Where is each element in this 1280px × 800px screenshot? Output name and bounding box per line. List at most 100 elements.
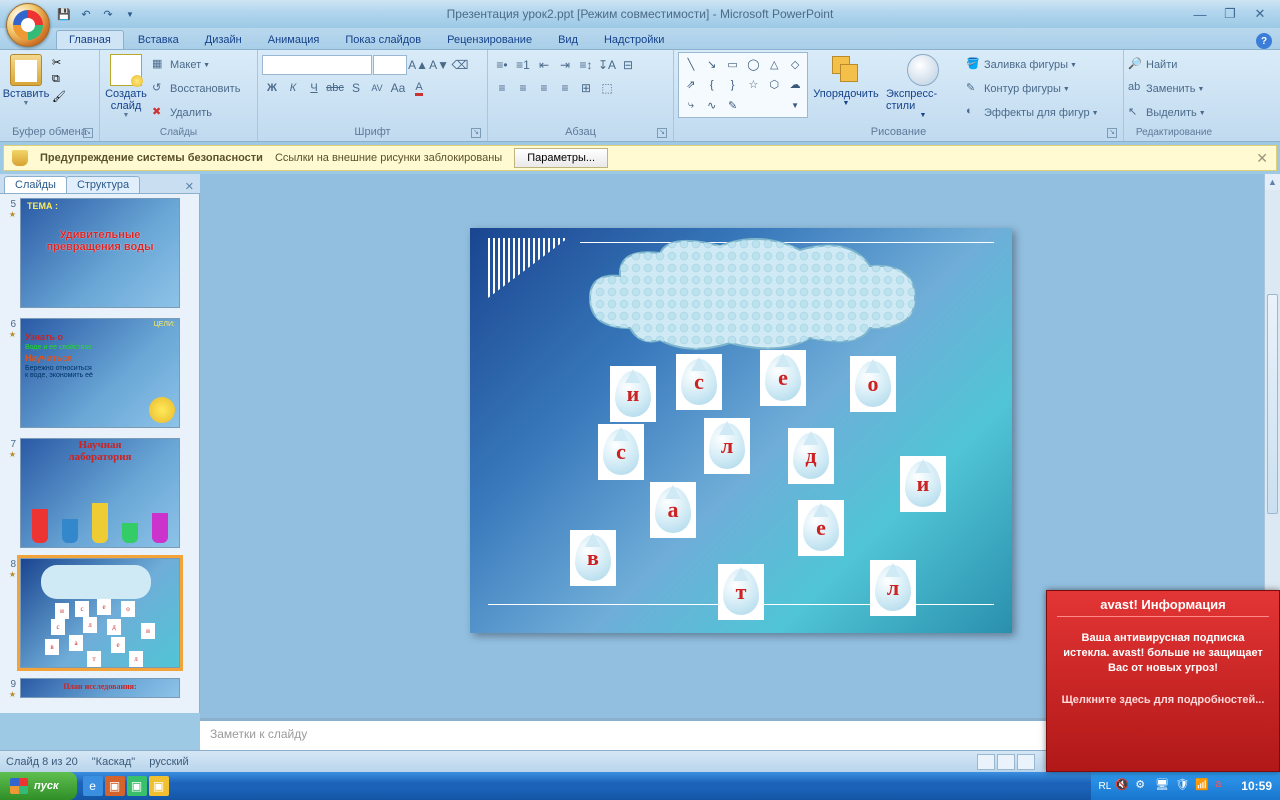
letter-drop[interactable]: и xyxy=(900,456,946,512)
letter-drop[interactable]: л xyxy=(704,418,750,474)
convert-smartart-icon[interactable]: ⬚ xyxy=(597,78,617,98)
thumbnail-8[interactable]: исеослдиваетл xyxy=(20,558,180,668)
underline-icon[interactable]: Ч xyxy=(304,78,324,98)
panel-close-icon[interactable]: ✕ xyxy=(185,180,194,193)
letter-drop[interactable]: с xyxy=(676,354,722,410)
select-button[interactable]: ↖Выделить ▼ xyxy=(1128,102,1206,124)
tab-slideshow[interactable]: Показ слайдов xyxy=(333,31,433,49)
letter-drop[interactable]: л xyxy=(870,560,916,616)
strike-icon[interactable]: abc xyxy=(325,78,345,98)
font-dialog-icon[interactable]: ↘ xyxy=(471,128,481,138)
tab-animation[interactable]: Анимация xyxy=(256,31,332,49)
tab-insert[interactable]: Вставка xyxy=(126,31,191,49)
tab-slides[interactable]: Слайды xyxy=(4,176,67,193)
cloud-shape[interactable] xyxy=(570,238,930,358)
quick-styles-button[interactable]: Экспресс-стили▼ xyxy=(884,52,962,121)
taskbar-app3-icon[interactable]: ▣ xyxy=(149,776,169,796)
reset-button[interactable]: ↺Восстановить xyxy=(152,78,240,100)
align-right-icon[interactable]: ≡ xyxy=(534,78,554,98)
letter-drop[interactable]: и xyxy=(610,366,656,422)
find-button[interactable]: 🔎Найти xyxy=(1128,54,1177,76)
avast-notification[interactable]: avast! Информация Ваша антивирусная подп… xyxy=(1046,590,1280,772)
shape-lbrace-icon[interactable]: { xyxy=(702,75,722,94)
tray-icon-1[interactable]: 🔇 xyxy=(1115,778,1131,794)
thumbnail-9[interactable]: План исследования: xyxy=(20,678,180,698)
clear-format-icon[interactable]: ⌫ xyxy=(450,55,470,75)
scroll-up-icon[interactable]: ▲ xyxy=(1265,174,1280,190)
letter-drop[interactable]: т xyxy=(718,564,764,620)
thumbnail-6[interactable]: ЦЕЛИ: Узнать о Воде и ее свойствах Научи… xyxy=(20,318,180,428)
char-spacing-icon[interactable]: AV xyxy=(367,78,387,98)
shape-star-icon[interactable]: ☆ xyxy=(744,75,764,94)
restore-button[interactable]: ❐ xyxy=(1218,6,1242,22)
para-dialog-icon[interactable]: ↘ xyxy=(657,128,667,138)
letter-drop[interactable]: а xyxy=(650,482,696,538)
font-name-input[interactable] xyxy=(262,55,372,75)
shape-effects-button[interactable]: ◐Эффекты для фигур ▼ xyxy=(966,102,1099,124)
align-text-icon[interactable]: ⊟ xyxy=(618,55,638,75)
letter-drop[interactable]: е xyxy=(798,500,844,556)
shapes-gallery[interactable]: ╲↘▭◯△◇ ⇗{}☆⬡☁ ⤷∿✎▼ xyxy=(678,52,808,118)
shape-rbrace-icon[interactable]: } xyxy=(723,75,743,94)
tab-review[interactable]: Рецензирование xyxy=(435,31,544,49)
tray-clock[interactable]: 10:59 xyxy=(1235,779,1272,793)
tab-home[interactable]: Главная xyxy=(56,30,124,49)
sorter-view-icon[interactable] xyxy=(997,754,1015,770)
shadow-icon[interactable]: S xyxy=(346,78,366,98)
font-color-icon[interactable]: A xyxy=(409,78,429,98)
tab-view[interactable]: Вид xyxy=(546,31,590,49)
thumbnail-5[interactable]: ТЕМА : Удивительныепревращения воды xyxy=(20,198,180,308)
slideshow-view-icon[interactable] xyxy=(1017,754,1035,770)
italic-icon[interactable]: К xyxy=(283,78,303,98)
align-left-icon[interactable]: ≡ xyxy=(492,78,512,98)
letter-drop[interactable]: в xyxy=(570,530,616,586)
copy-icon[interactable]: ⧉ xyxy=(52,73,66,86)
shape-connector-icon[interactable]: ⤷ xyxy=(681,96,701,115)
shape-diamond-icon[interactable]: ◇ xyxy=(785,55,805,74)
shape-rect-icon[interactable]: ▭ xyxy=(723,55,743,74)
letter-drop[interactable]: е xyxy=(760,350,806,406)
shape-freeform-icon[interactable]: ✎ xyxy=(723,96,743,115)
close-button[interactable]: ✕ xyxy=(1248,6,1272,22)
shape-fill-button[interactable]: 🪣Заливка фигуры ▼ xyxy=(966,54,1099,76)
paste-button[interactable]: Вставить ▼ xyxy=(4,52,48,109)
taskbar-ie-icon[interactable]: e xyxy=(83,776,103,796)
shape-outline-button[interactable]: ✎Контур фигуры ▼ xyxy=(966,78,1099,100)
taskbar-app1-icon[interactable]: ▣ xyxy=(105,776,125,796)
redo-icon[interactable]: ↷ xyxy=(100,6,116,22)
layout-button[interactable]: ▦Макет ▼ xyxy=(152,54,240,76)
shrink-font-icon[interactable]: A▼ xyxy=(429,55,449,75)
undo-icon[interactable]: ↶ xyxy=(78,6,94,22)
thumbnail-7[interactable]: Научная лаборатория xyxy=(20,438,180,548)
shape-cloud-icon[interactable]: ☁ xyxy=(785,75,805,94)
help-icon[interactable]: ? xyxy=(1256,33,1272,49)
tray-avast-icon[interactable]: a xyxy=(1215,778,1231,794)
shape-oval-icon[interactable]: ◯ xyxy=(744,55,764,74)
tray-icon-4[interactable]: 🛡 xyxy=(1175,778,1191,794)
tab-addins[interactable]: Надстройки xyxy=(592,31,676,49)
drawing-dialog-icon[interactable]: ↘ xyxy=(1107,128,1117,138)
font-size-input[interactable] xyxy=(373,55,407,75)
align-center-icon[interactable]: ≡ xyxy=(513,78,533,98)
letter-drop[interactable]: с xyxy=(598,424,644,480)
tray-icon-2[interactable]: ⚙ xyxy=(1135,778,1151,794)
cut-icon[interactable]: ✂ xyxy=(52,56,66,69)
avast-link[interactable]: Щелкните здесь для подробностей... xyxy=(1057,694,1269,706)
taskbar-app2-icon[interactable]: ▣ xyxy=(127,776,147,796)
letter-drop[interactable]: д xyxy=(788,428,834,484)
minimize-button[interactable]: — xyxy=(1188,6,1212,22)
indent-inc-icon[interactable]: ⇥ xyxy=(555,55,575,75)
letter-drop[interactable]: о xyxy=(850,356,896,412)
replace-button[interactable]: abЗаменить ▼ xyxy=(1128,78,1204,100)
start-button[interactable]: пуск xyxy=(0,772,77,800)
security-options-button[interactable]: Параметры... xyxy=(514,148,608,168)
shape-curve-icon[interactable]: ∿ xyxy=(702,96,722,115)
bullets-icon[interactable]: ≡• xyxy=(492,55,512,75)
indent-dec-icon[interactable]: ⇤ xyxy=(534,55,554,75)
shape-line-icon[interactable]: ╲ xyxy=(681,55,701,74)
security-close-icon[interactable]: ✕ xyxy=(1256,150,1268,167)
text-direction-icon[interactable]: ↧A xyxy=(597,55,617,75)
change-case-icon[interactable]: Aa xyxy=(388,78,408,98)
normal-view-icon[interactable] xyxy=(977,754,995,770)
columns-icon[interactable]: ⊞ xyxy=(576,78,596,98)
